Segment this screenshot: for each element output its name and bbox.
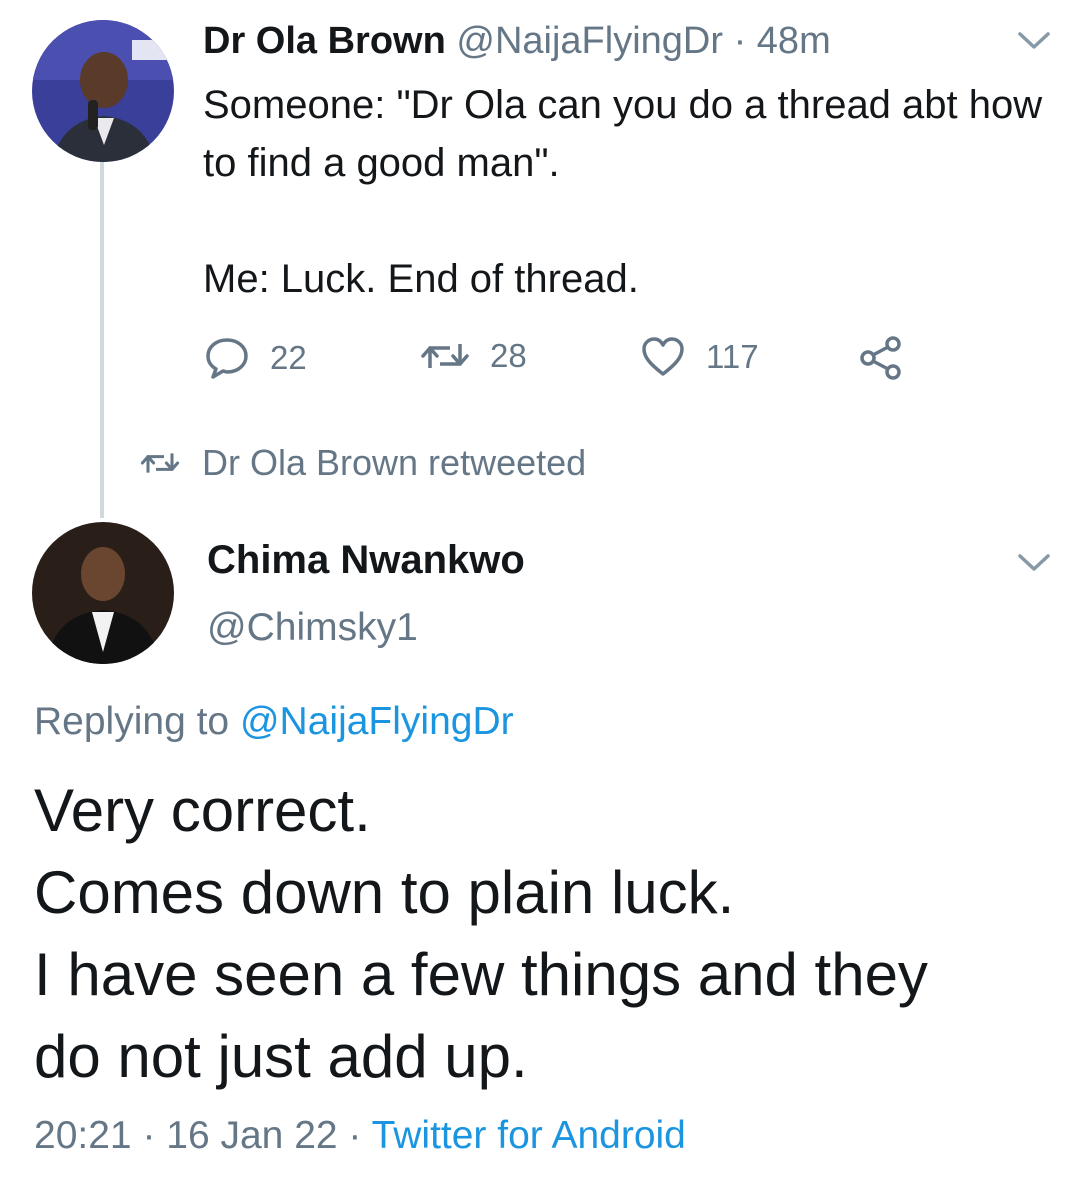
chevron-down-icon xyxy=(1018,32,1050,49)
reply-count: 22 xyxy=(270,339,307,376)
retweet-context-label: Dr Ola Brown retweeted xyxy=(202,442,587,483)
author-handle[interactable]: @NaijaFlyingDr xyxy=(456,20,723,62)
thread-connector-line xyxy=(100,160,104,518)
tweet1-more-button[interactable] xyxy=(1016,30,1052,57)
tweet2-body: Very correct. Comes down to plain luck. … xyxy=(34,770,1054,1098)
footer-separator: · xyxy=(337,1114,372,1157)
like-count: 117 xyxy=(706,338,759,375)
tweet-time: 20:21 xyxy=(34,1114,132,1157)
client-link[interactable]: Twitter for Android xyxy=(372,1114,686,1157)
share-button[interactable] xyxy=(858,336,904,380)
author-name[interactable]: Dr Ola Brown xyxy=(203,20,446,62)
tweet2-more-button[interactable] xyxy=(1016,552,1052,579)
meta-separator: · xyxy=(723,20,757,62)
tweet2-body-line: Comes down to plain luck. xyxy=(34,859,735,926)
author-name[interactable]: Chima Nwankwo xyxy=(207,538,525,583)
tweet1-header: Dr Ola Brown @NaijaFlyingDr · 48m xyxy=(203,18,831,64)
avatar-chima-nwankwo[interactable] xyxy=(32,522,174,664)
footer-separator: · xyxy=(131,1114,167,1157)
like-button[interactable]: 117 xyxy=(640,336,759,378)
chevron-down-icon xyxy=(1018,554,1050,571)
replying-prefix: Replying to xyxy=(34,700,240,743)
retweet-arrows-icon xyxy=(140,453,180,473)
tweet2-body-line: Very correct. xyxy=(34,777,371,844)
replying-mention-link[interactable]: @NaijaFlyingDr xyxy=(240,700,514,743)
tweet2-footer: 20:21 · 16 Jan 22 · Twitter for Android xyxy=(34,1114,686,1158)
tweet-date: 16 Jan 22 xyxy=(166,1114,338,1157)
avatar-dr-ola-brown[interactable] xyxy=(32,20,174,162)
share-nodes-icon xyxy=(860,336,901,380)
heart-outline-icon xyxy=(642,337,684,376)
avatar-photo-icon xyxy=(32,522,174,664)
tweet1-body: Someone: "Dr Ola can you do a thread abt… xyxy=(203,83,1043,301)
tweet2-body-line: I have seen a few things and they xyxy=(34,941,928,1008)
tweet2-body-line: do not just add up. xyxy=(34,1023,528,1090)
speech-bubble-icon xyxy=(206,338,248,379)
replying-to: Replying to @NaijaFlyingDr xyxy=(34,700,514,744)
avatar-photo-icon xyxy=(32,20,174,162)
retweet-button[interactable]: 28 xyxy=(420,336,527,376)
retweet-arrows-icon xyxy=(421,344,469,368)
reply-button[interactable]: 22 xyxy=(204,336,307,380)
retweet-count: 28 xyxy=(490,337,527,374)
tweet-time-ago[interactable]: 48m xyxy=(757,20,831,62)
retweet-context[interactable]: Dr Ola Brown retweeted xyxy=(140,442,586,484)
author-handle[interactable]: @Chimsky1 xyxy=(207,606,418,650)
